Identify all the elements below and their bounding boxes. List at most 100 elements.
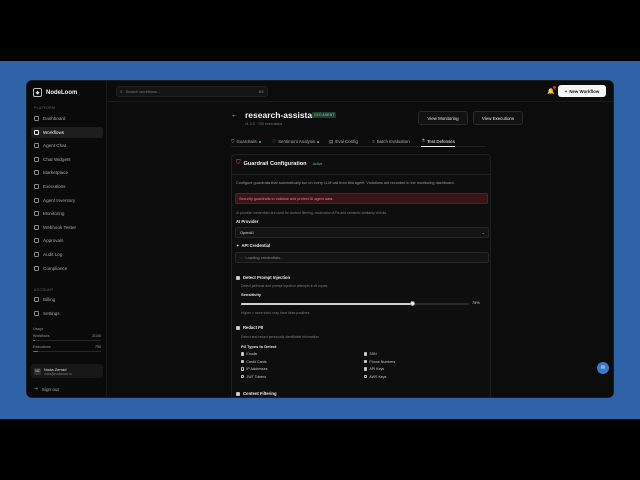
sidebar-item-compliance[interactable]: Compliance [31,263,103,274]
widget-icon [34,156,39,162]
pii-option-emails[interactable]: Emails [241,352,257,356]
usage-executions-value: 750 [95,345,101,349]
sidebar-item-label: Approvals [43,238,64,244]
user-card[interactable]: NZ Noda Zerrad noda@nodeloom.io [31,364,103,378]
sidebar-item-approvals[interactable]: Approvals [31,235,103,246]
shield-icon: ⛉ [236,160,241,166]
pii-option-phone-numbers[interactable]: Phone Numbers [364,360,395,364]
pii-option-ssn[interactable]: SSN [364,352,377,356]
content-filtering-checkbox[interactable] [236,391,240,396]
new-workflow-button[interactable]: + New Workflow [558,85,606,97]
usage-workflows-bar [33,339,101,341]
pii-label: Credit Cards [246,359,267,364]
pii-checkbox[interactable] [364,367,368,371]
redact-pii-checkbox[interactable] [236,325,240,330]
pii-checkbox[interactable] [241,374,245,379]
heart-icon: ♡ [272,138,277,144]
webhook-icon [34,224,39,230]
search-input[interactable] [125,89,246,94]
sidebar-item-settings[interactable]: Settings [31,308,103,319]
section-account: ACCOUNT [34,288,54,292]
pii-option-api-keys[interactable]: API Keys [364,367,384,371]
pii-label: Phone Numbers [369,359,396,364]
chat-icon: ✉ [600,365,606,371]
pii-option-jwt-tokens[interactable]: JWT Tokens [241,375,266,379]
tab-test-defenses[interactable]: ⚗ Test Defenses [421,136,455,147]
usage-executions-fill [33,350,39,352]
prompt-injection-toggle[interactable]: Detect Prompt Injection [236,275,290,280]
pii-checkbox[interactable] [364,352,368,356]
tab-guardrails[interactable]: ⛉ Guardrails [231,136,261,147]
app-name: NodeLoom [46,89,78,96]
usage-executions: Executions 750 [33,345,101,349]
pii-label: JWT Tokens [246,374,267,379]
prompt-injection-checkbox[interactable] [236,275,240,280]
sensitivity-slider[interactable] [241,303,469,305]
sidebar-item-dashboard[interactable]: Dashboard [31,113,103,124]
sign-out-button[interactable]: ⇥ Sign out [34,386,59,392]
api-credential-select[interactable]: ◌ Loading credentials... [235,252,489,263]
sidebar-item-executions[interactable]: Executions [31,181,103,192]
pii-label: API Keys [369,367,385,371]
doc-icon: ▤ [329,138,334,144]
pii-option-credit-cards[interactable]: Credit Cards [241,360,267,364]
tab-label: Guardrails [236,139,257,144]
sidebar-item-label: Chat Widgets [43,156,71,162]
redact-pii-desc: Detect and redact personally identifiabl… [241,335,320,339]
pii-checkbox[interactable] [364,374,368,379]
sidebar-item-chat-widgets[interactable]: Chat Widgets [31,154,103,165]
redact-pii-toggle[interactable]: Redact PII [236,325,263,330]
sensitivity-value: 75% [472,301,480,305]
pii-label: Emails [246,352,258,356]
sidebar-item-audit-log[interactable]: Audit Log [31,249,103,260]
page-title: research-assistant [245,110,321,120]
pii-checkbox[interactable] [241,352,245,356]
sidebar-item-agent-chat[interactable]: Agent Chat [31,140,103,151]
ai-provider-value: OpenAI [240,230,254,235]
chevron-down-icon: ⌄ [481,230,485,235]
pii-checkbox[interactable] [364,359,368,364]
logo[interactable]: ◆ NodeLoom [33,88,77,97]
view-executions-button[interactable]: View Executions [473,111,523,125]
tab-sentiment-analysis[interactable]: ♡ Sentiment Analysis [272,136,320,147]
view-monitoring-button[interactable]: View Monitoring [418,111,468,125]
sidebar-item-agent-inventory[interactable]: Agent Inventory [31,195,103,206]
usage-workflows-value: 3/100 [92,334,101,338]
tab-batch-evaluation[interactable]: ≡ Batch Evaluation [372,136,410,147]
sidebar-item-monitoring[interactable]: Monitoring [31,208,103,219]
flow-icon [34,129,39,135]
sidebar-item-label: Audit Log [43,251,63,257]
sensitivity-thumb[interactable] [409,301,415,307]
tab-label: Test Defenses [427,138,455,144]
notification-bell-icon[interactable]: 🔔 [547,86,556,95]
new-workflow-label: New Workflow [569,88,600,94]
sidebar: ◆ NodeLoom PLATFORM Dashboard Workflows Ag… [27,81,107,397]
usage-workflows: Workflows 3/100 [33,334,101,338]
usage-executions-label: Executions [33,345,51,349]
back-arrow-icon[interactable]: ← [231,112,238,119]
content-filtering-toggle[interactable]: Content Filtering [236,391,277,396]
sidebar-item-billing[interactable]: Billing [31,294,103,305]
help-chat-button[interactable]: ✉ [597,362,609,374]
sidebar-item-webhook-tester[interactable]: Webhook Tester [31,222,103,233]
ai-provider-select[interactable]: OpenAI ⌄ [235,227,489,238]
main-content: ← research-assistant CEO AGENT v1.0.0 · … [107,102,613,397]
platform-nav: Dashboard Workflows Agent Chat Chat Widgets… [31,113,103,276]
sidebar-item-label: Agent Chat [43,143,66,149]
tab-label: Sentiment Analysis [278,139,316,144]
search-box[interactable]: ⌕ ⌘K [116,86,268,97]
sidebar-item-marketplace[interactable]: Marketplace [31,167,103,178]
check-icon [34,238,39,244]
loading-spinner-icon: ◌ [240,255,243,260]
pii-checkbox[interactable] [241,359,245,364]
card-icon [34,297,39,302]
tab-eval-config[interactable]: ▤ Eval Config [329,136,358,147]
api-credential-label-text: API Credential [241,243,271,248]
agent-meta: v1.0.0 · 700 executions [245,122,283,126]
pii-checkbox[interactable] [241,367,245,371]
pii-option-ip-addresses[interactable]: IP Addresses [241,367,268,371]
avatar: NZ [34,367,41,375]
pii-option-aws-keys[interactable]: AWS Keys [364,375,386,379]
pii-label: SSN [369,352,377,356]
sidebar-item-workflows[interactable]: Workflows [31,126,103,138]
